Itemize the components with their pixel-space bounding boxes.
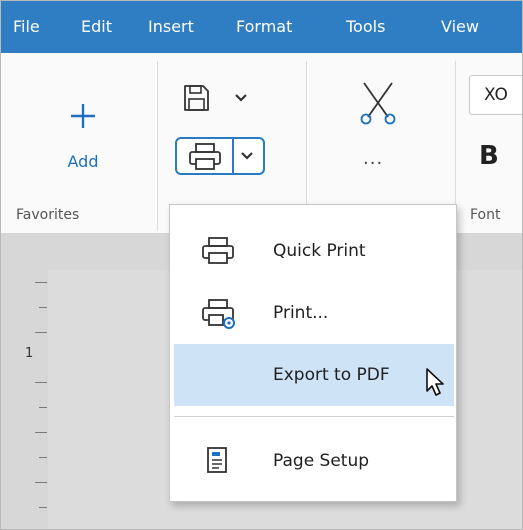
app-window: File Edit Insert Format Tools View Add F… <box>0 0 523 530</box>
menu-item-print[interactable]: Print... <box>174 282 454 344</box>
ribbon-separator <box>157 61 158 231</box>
chevron-down-icon[interactable] <box>234 93 248 103</box>
ruler-number: 1 <box>25 346 34 361</box>
menu-item-label: Print... <box>273 303 329 323</box>
floppy-disk-icon[interactable] <box>181 83 211 113</box>
more-button[interactable]: ··· <box>363 153 383 174</box>
group-label-favorites: Favorites <box>16 207 80 223</box>
menu-item-label: Export to PDF <box>273 365 390 385</box>
menu-item-quick-print[interactable]: Quick Print <box>174 220 454 282</box>
menu-file[interactable]: File <box>13 1 40 53</box>
scissors-icon[interactable] <box>358 81 398 125</box>
font-name-combobox[interactable]: XO <box>469 75 522 115</box>
chevron-down-icon[interactable] <box>240 151 254 161</box>
ruler-tick <box>35 282 47 283</box>
plus-icon <box>71 104 95 128</box>
printer-settings-icon <box>202 299 235 329</box>
menu-item-label: Page Setup <box>273 451 370 471</box>
menu-tools[interactable]: Tools <box>346 1 385 53</box>
printer-icon <box>189 143 221 170</box>
add-favorite-button[interactable]: Add <box>45 98 121 178</box>
menu-item-export-pdf[interactable]: Export to PDF <box>174 344 454 406</box>
menu-edit[interactable]: Edit <box>81 1 112 53</box>
menu-item-label: Quick Print <box>273 241 366 261</box>
ruler-tick <box>35 432 47 433</box>
add-label: Add <box>67 152 99 171</box>
print-dropdown-menu: Quick Print Print... Export to PDF Page … <box>169 204 457 502</box>
menu-format[interactable]: Format <box>236 1 292 53</box>
ruler-tick <box>35 482 47 483</box>
menu-bar: File Edit Insert Format Tools View <box>1 1 522 53</box>
ruler-tick <box>35 382 47 383</box>
printer-icon <box>202 237 234 264</box>
ruler-tick <box>39 307 47 308</box>
vertical-ruler: 1 <box>1 270 47 529</box>
mouse-cursor-icon <box>426 368 444 396</box>
menu-view[interactable]: View <box>441 1 479 53</box>
ruler-tick <box>39 507 47 508</box>
group-label-font: Font <box>470 207 501 223</box>
page-setup-icon <box>207 447 227 473</box>
split-divider <box>232 139 234 173</box>
ruler-tick <box>39 407 47 408</box>
menu-separator <box>174 416 454 417</box>
menu-item-page-setup[interactable]: Page Setup <box>174 430 454 492</box>
print-split-button[interactable] <box>175 137 265 175</box>
ruler-tick <box>35 332 47 333</box>
ruler-tick <box>39 457 47 458</box>
menu-insert[interactable]: Insert <box>148 1 194 53</box>
bold-button[interactable]: B <box>479 141 499 171</box>
